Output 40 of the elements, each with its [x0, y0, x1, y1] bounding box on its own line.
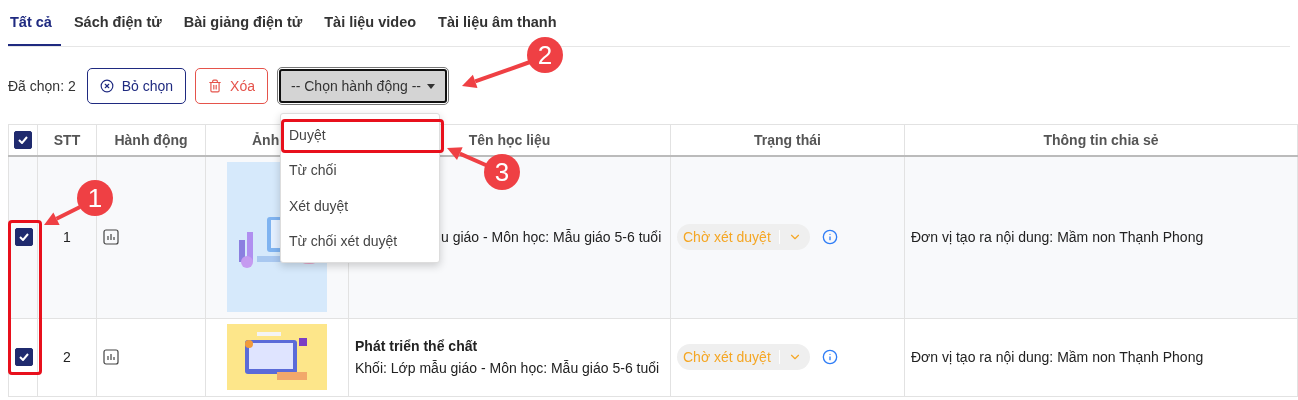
- share-info: Đơn vị tạo ra nội dung: Mầm non Thạnh Phong: [911, 229, 1204, 246]
- column-header: Ảnh: [252, 132, 280, 148]
- info-icon[interactable]: [821, 349, 838, 365]
- column-header: Trạng thái: [754, 132, 821, 148]
- column-header: Hành động: [114, 132, 188, 148]
- row-checkbox[interactable]: [15, 228, 33, 247]
- tab[interactable]: Bài giảng điện tử: [174, 0, 312, 46]
- check-icon: [19, 233, 29, 242]
- delete-button[interactable]: Xóa: [195, 68, 268, 104]
- tab[interactable]: Tài liệu video: [315, 0, 426, 46]
- trash-icon: [208, 79, 223, 93]
- action-select[interactable]: -- Chọn hành động --: [279, 69, 447, 103]
- deselect-button[interactable]: Bỏ chọn: [86, 68, 187, 104]
- tab[interactable]: Tất cả: [8, 0, 61, 46]
- caret-icon: [427, 83, 435, 89]
- statistics-icon[interactable]: [103, 349, 119, 365]
- share-info: Đơn vị tạo ra nội dung: Mầm non Thạnh Phong: [911, 349, 1204, 365]
- menu-item[interactable]: Từ chối: [281, 152, 439, 188]
- info-icon[interactable]: [821, 229, 838, 246]
- tab[interactable]: Sách điện tử: [64, 0, 171, 46]
- material-description: Khối: Lớp mẫu giáo - Môn học: Mẫu giáo 5-6 tuổi: [355, 359, 661, 378]
- material-description: u giáo - Môn học: Mẫu giáo 5-6 tuổi: [441, 228, 663, 248]
- select-all-checkbox[interactable]: [14, 131, 32, 149]
- row-number: 2: [63, 349, 71, 365]
- menu-item[interactable]: Duyệt: [281, 117, 439, 153]
- row-number: 1: [63, 229, 71, 246]
- callout-badge: 2: [527, 37, 563, 73]
- callout-arrow: [462, 60, 531, 88]
- statistics-icon[interactable]: [103, 229, 119, 246]
- menu-item[interactable]: Xét duyệt: [281, 188, 439, 224]
- column-header: STT: [53, 132, 81, 148]
- selected-count: Đã chọn: 2: [8, 78, 76, 94]
- check-icon: [19, 353, 29, 361]
- clear-icon: [99, 79, 114, 93]
- column-header: Thông tin chia sẻ: [1043, 132, 1159, 148]
- row-checkbox[interactable]: [15, 348, 33, 366]
- menu-item[interactable]: Từ chối xét duyệt: [281, 223, 439, 259]
- check-icon: [18, 136, 28, 144]
- column-header: Tên học liệu: [468, 132, 551, 148]
- material-title: Phát triển thể chất: [355, 337, 479, 356]
